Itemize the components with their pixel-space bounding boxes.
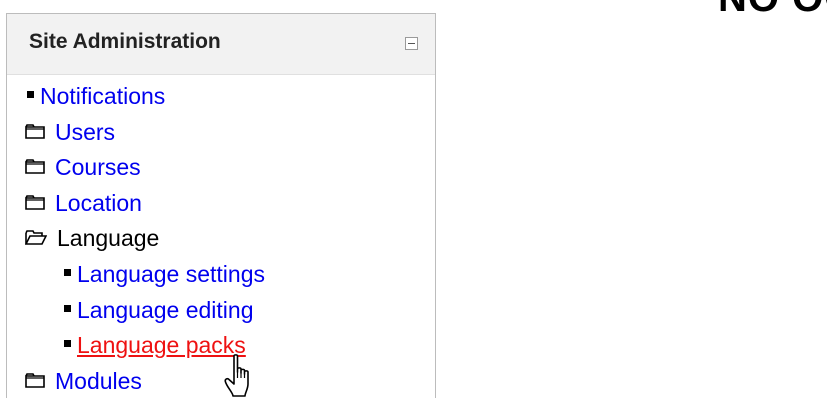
- tree-item-location[interactable]: Location: [25, 188, 142, 218]
- block-title: Site Administration: [29, 30, 221, 53]
- site-administration-block: Site Administration Notifications Users: [6, 13, 436, 398]
- bullet-icon: [64, 269, 71, 277]
- folder-closed-icon: [25, 116, 45, 146]
- folder-closed-icon: [25, 365, 45, 395]
- tree-item-language-packs[interactable]: Language packs: [64, 330, 246, 360]
- folder-closed-icon: [25, 151, 45, 181]
- tree-item-modules[interactable]: Modules: [25, 366, 142, 396]
- tree-item-label[interactable]: Courses: [55, 154, 141, 180]
- bullet-icon: [64, 340, 71, 348]
- folder-open-icon: [24, 222, 48, 252]
- tree-item-label[interactable]: Language settings: [77, 261, 265, 287]
- tree-item-language-editing[interactable]: Language editing: [64, 295, 254, 325]
- tree-item-label[interactable]: Modules: [55, 368, 142, 394]
- folder-closed-icon: [25, 187, 45, 217]
- bullet-icon: [64, 305, 71, 313]
- page: NO OO Site Administration Notifications …: [0, 0, 827, 398]
- tree-item-users[interactable]: Users: [25, 117, 115, 147]
- tree-item-label[interactable]: Notifications: [40, 83, 165, 109]
- tree-item-label[interactable]: Users: [55, 119, 115, 145]
- block-header: Site Administration: [7, 14, 435, 75]
- tree-item-courses[interactable]: Courses: [25, 152, 141, 182]
- tree-item-notifications[interactable]: Notifications: [27, 81, 165, 111]
- tree-item-label[interactable]: Location: [55, 190, 142, 216]
- tree-item-label[interactable]: Language editing: [77, 297, 254, 323]
- tree-item-label[interactable]: Language packs: [77, 332, 246, 358]
- page-heading: NO OO: [718, 0, 827, 21]
- bullet-icon: [27, 91, 34, 99]
- collapse-icon[interactable]: [405, 37, 418, 50]
- tree-item-label[interactable]: Language: [57, 225, 159, 251]
- tree-item-language[interactable]: Language: [24, 222, 159, 253]
- tree-item-language-settings[interactable]: Language settings: [64, 259, 265, 289]
